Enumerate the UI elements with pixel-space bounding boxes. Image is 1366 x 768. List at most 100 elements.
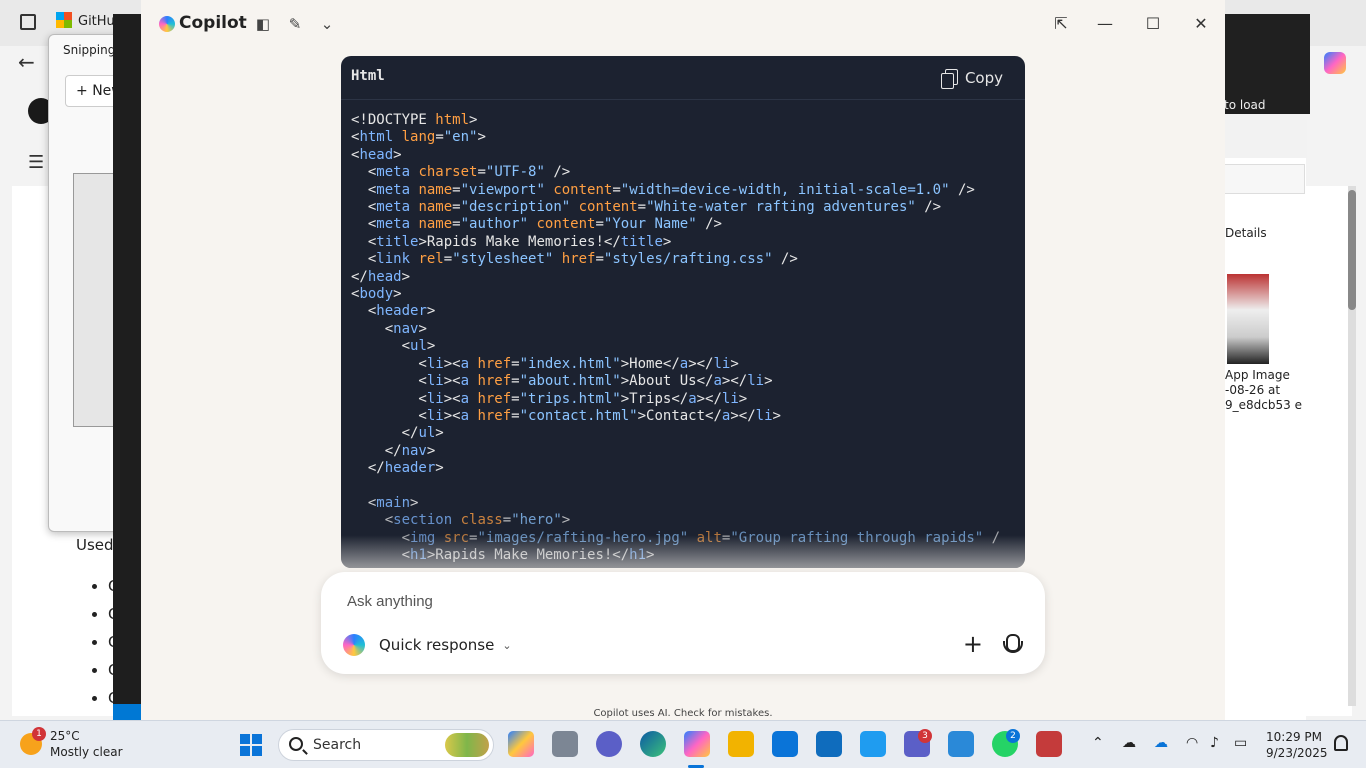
code-block: Html Copy <!DOCTYPE html> <html lang="en"… [341,56,1025,568]
copy-label: Copy [964,69,1003,87]
sidebar-toggle-icon[interactable]: ◧ [253,14,273,34]
code-block-header: Html Copy [341,56,1025,100]
scrollbar-thumb[interactable] [1348,190,1356,310]
browser-scrollbar[interactable] [1348,186,1356,706]
microphone-icon[interactable] [999,632,1025,658]
snipping-title: Snipping [63,43,116,57]
battery-icon[interactable]: ▭ [1234,735,1247,751]
start-button[interactable] [240,734,262,756]
clock-time: 10:29 PM [1266,730,1322,744]
notifications-icon[interactable] [1334,735,1348,751]
copy-icon [940,69,958,89]
ai-disclaimer: Copilot uses AI. Check for mistakes. [593,708,773,719]
outlook-icon[interactable] [816,731,842,757]
snipping-tool-icon[interactable] [1036,731,1062,757]
chevron-up-icon[interactable]: ⌃ [1092,735,1104,751]
wifi-icon[interactable]: ◠ [1186,735,1198,751]
code-language-label: Html [351,68,385,84]
code-line: <li><a href="contact.html">Contact</a></… [351,407,781,424]
code-line: <html lang="en"> [351,129,486,146]
system-clock[interactable]: 10:29 PM 9/23/2025 [1266,729,1328,761]
whatsapp-badge: 2 [1006,729,1020,743]
new-chat-icon[interactable]: ✎ [285,14,305,34]
copilot-logo-icon [159,16,175,32]
explorer-file-thumbnail[interactable] [1227,274,1269,364]
add-attachment-icon[interactable]: + [963,632,983,656]
teams-badge: 3 [918,729,932,743]
explorer-titlebar [1211,120,1307,158]
task-view-icon[interactable] [552,731,578,757]
code-line: <header> [351,303,436,320]
maximize-button[interactable]: ☐ [1141,12,1165,36]
copilot-sidebar-icon[interactable] [1324,52,1346,74]
code-line: </header> [351,460,444,477]
copilot-pre-icon[interactable] [508,731,534,757]
used-text: Used [76,536,114,554]
code-line: <meta name="description" content="White-… [351,199,942,216]
code-line: <section class="hero"> [351,512,571,529]
code-line: <li><a href="about.html">About Us</a></l… [351,373,773,390]
copilot-mode-icon [343,634,365,656]
taskbar-search[interactable]: Search [278,729,494,761]
copilot-window: Copilot ◧ ✎ ⌄ ⇱ — ☐ ✕ Html Copy <!DOCTYP… [141,0,1225,720]
browser-tab-label: GitHu [78,14,115,29]
copy-code-button[interactable]: Copy [940,66,1003,90]
copilot-titlebar: Copilot ◧ ✎ ⌄ ⇱ — ☐ ✕ [141,0,1225,48]
back-arrow-icon[interactable]: ← [18,50,35,74]
code-line: <ul> [351,338,436,355]
file-explorer-icon[interactable] [728,731,754,757]
response-mode-dropdown[interactable]: Quick response ⌄ [379,630,512,660]
code-line: <img src="images/rafting-hero.jpg" alt="… [351,529,1001,546]
ask-input[interactable] [347,586,1007,616]
onedrive-icon[interactable]: ☁ [1122,735,1136,751]
code-line: </head> [351,268,411,285]
hamburger-menu-icon[interactable]: ☰ [28,152,44,173]
code-content: <!DOCTYPE html> <html lang="en"> <head> <m… [351,112,1000,565]
code-line: <link rel="stylesheet" href="styles/raft… [351,251,798,268]
store-icon[interactable] [772,731,798,757]
code-line: <h1>Rapids Make Memories!</h1> [351,547,655,564]
popout-icon[interactable]: ⇱ [1049,12,1073,36]
close-button[interactable]: ✕ [1189,12,1213,36]
background-dark-window: to load [1210,14,1310,114]
code-line: <meta name="viewport" content="width=dev… [351,181,975,198]
code-line: </ul> [351,425,444,442]
code-line: <main> [351,494,419,511]
microsoft-logo-icon [56,12,72,28]
search-highlight-image [445,733,489,757]
code-line: </nav> [351,442,436,459]
onedrive-business-icon[interactable]: ☁ [1154,735,1168,751]
code-line: <!DOCTYPE html> [351,112,478,128]
search-icon [289,737,303,751]
weather-temperature[interactable]: 25°C [50,729,80,743]
chevron-down-icon[interactable]: ⌄ [317,14,337,34]
explorer-file-caption[interactable]: App Image -08-26 at 9_e8dcb53 e [1225,368,1305,413]
weather-description[interactable]: Mostly clear [50,745,123,759]
code-line: <meta charset="UTF-8" /> [351,164,571,181]
app-title: Copilot [179,13,247,33]
code-line: <head> [351,146,402,163]
meet-icon[interactable] [596,731,622,757]
code-line: <li><a href="trips.html">Trips</a></li> [351,390,748,407]
minimize-button[interactable]: — [1093,12,1117,36]
clock-date: 9/23/2025 [1266,746,1328,760]
code-line: <body> [351,286,402,303]
tab-actions-icon[interactable] [20,14,36,30]
volume-icon[interactable]: ♪ [1210,735,1219,751]
taskbar-search-label: Search [313,737,362,753]
code-line: <title>Rapids Make Memories!</title> [351,233,672,250]
copilot-taskbar-icon[interactable] [684,731,710,757]
code-line: <meta name="author" content="Your Name" … [351,216,722,233]
composer: Quick response ⌄ + [321,572,1045,674]
chevron-down-icon: ⌄ [502,638,512,652]
edge-icon[interactable] [640,731,666,757]
explorer-search-field[interactable] [1221,164,1305,194]
response-mode-label: Quick response [379,636,495,654]
browser-tab-github[interactable]: GitHu [56,12,115,29]
vscode-icon[interactable] [860,731,886,757]
right-window-text: to load [1224,98,1266,112]
photos-icon[interactable] [948,731,974,757]
vscode-statusbar [113,704,143,720]
explorer-details-button[interactable]: Details [1225,226,1267,240]
